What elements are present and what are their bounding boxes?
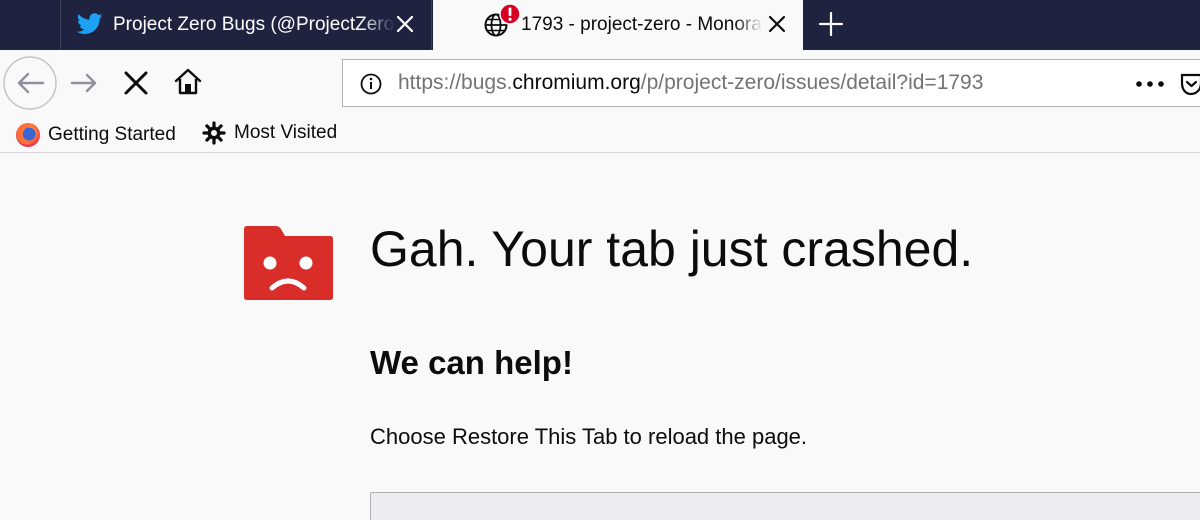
stop-button-icon[interactable] — [120, 67, 152, 99]
close-icon[interactable] — [393, 12, 417, 36]
gear-icon — [202, 121, 226, 145]
tab-project-zero-bugs[interactable]: Project Zero Bugs (@ProjectZeroBugs) — [60, 0, 432, 50]
navigation-toolbar: https://bugs.chromium.org/p/project-zero… — [0, 50, 1200, 115]
help-heading: We can help! — [370, 344, 573, 381]
url-host: chromium.org — [512, 71, 641, 94]
pocket-icon[interactable] — [1179, 71, 1200, 97]
tab-crashed-page: Gah. Your tab just crashed. We can help!… — [0, 154, 1200, 520]
tab-strip: Project Zero Bugs (@ProjectZeroBugs) 179… — [0, 0, 1200, 50]
bookmark-label: Getting Started — [48, 124, 176, 145]
warning-badge-icon — [499, 3, 521, 25]
tab-1793-project-zero[interactable]: 1793 - project-zero - Monorail — [433, 0, 803, 50]
info-icon[interactable] — [359, 72, 383, 96]
bookmark-most-visited[interactable]: Most Visited — [202, 121, 337, 145]
close-icon[interactable] — [765, 12, 789, 36]
forward-button-icon[interactable] — [66, 65, 102, 101]
back-button-icon[interactable] — [2, 55, 58, 111]
url-text[interactable]: https://bugs.chromium.org/p/project-zero… — [398, 71, 983, 95]
firefox-icon — [16, 123, 40, 147]
page-actions-more-icon[interactable] — [1133, 77, 1167, 91]
sad-tab-icon — [244, 226, 333, 300]
bookmarks-toolbar: Getting Started Most Visited — [0, 115, 1200, 153]
crash-comment-textarea[interactable] — [370, 492, 1200, 520]
tab-title: 1793 - project-zero - Monorail — [521, 14, 763, 35]
new-tab-icon[interactable] — [816, 9, 846, 39]
url-bar[interactable]: https://bugs.chromium.org/p/project-zero… — [342, 59, 1200, 107]
help-text: Choose Restore This Tab to reload the pa… — [370, 424, 808, 449]
twitter-bird-icon — [77, 13, 103, 34]
bookmark-label: Most Visited — [234, 122, 338, 143]
tab-title: Project Zero Bugs (@ProjectZeroBugs) — [113, 14, 395, 35]
url-prefix: https://bugs. — [398, 71, 513, 94]
page-title: Gah. Your tab just crashed. — [370, 221, 974, 277]
url-path: /p/project-zero/issues/detail?id=1793 — [640, 71, 984, 94]
bookmark-getting-started[interactable]: Getting Started — [14, 121, 176, 149]
home-button-icon[interactable] — [172, 66, 204, 98]
